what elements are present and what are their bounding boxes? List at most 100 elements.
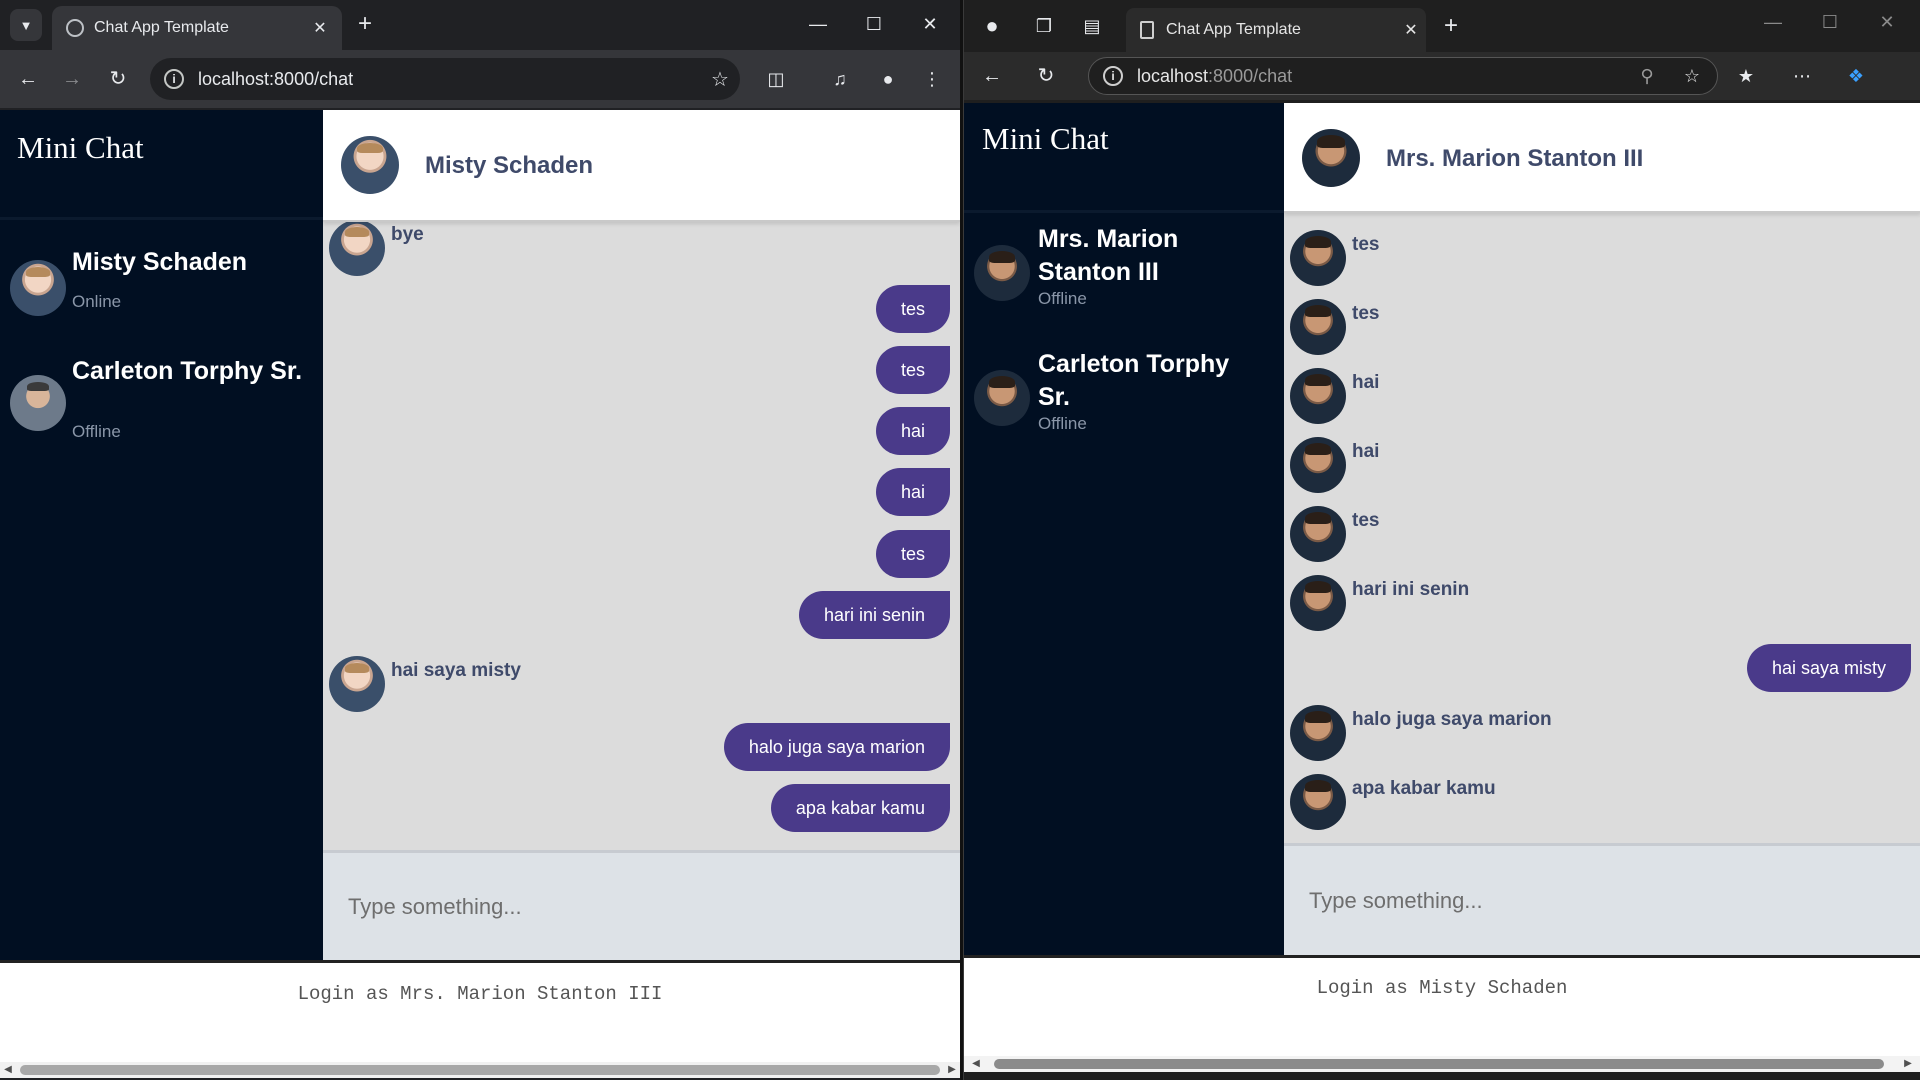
reload-button[interactable]: ↻ <box>102 63 134 95</box>
avatar <box>1290 230 1346 286</box>
message-text: tes <box>1352 234 1380 255</box>
menu-icon[interactable]: ⋮ <box>916 63 948 95</box>
address-bar[interactable]: i localhost:8000/chat ⚲ ☆ <box>1088 57 1718 95</box>
new-tab-button[interactable]: + <box>1436 12 1466 42</box>
contact-item[interactable]: Carleton Torphy Sr. Offline <box>964 348 1284 458</box>
message-text: halo juga saya marion <box>1352 709 1552 730</box>
forward-button[interactable]: → <box>56 63 88 95</box>
url-text: localhost:8000/chat <box>198 68 354 89</box>
contact-status: Offline <box>1038 289 1087 308</box>
profile-icon[interactable]: ● <box>972 10 1012 42</box>
minimize-button[interactable]: — <box>798 8 838 40</box>
contact-status: Online <box>72 292 122 311</box>
extensions-icon[interactable]: ◫ <box>760 63 792 95</box>
scroll-thumb[interactable] <box>20 1065 940 1075</box>
new-tab-button[interactable]: + <box>350 10 380 40</box>
maximize-button[interactable]: ☐ <box>1810 6 1850 38</box>
outgoing-message: halo juga saya marion <box>723 723 950 771</box>
url-path: :8000/chat <box>1208 65 1293 86</box>
contact-status: Offline <box>1038 414 1087 433</box>
reload-button[interactable]: ↻ <box>1030 60 1062 92</box>
minimize-button[interactable]: — <box>1753 6 1793 38</box>
avatar <box>1290 705 1346 761</box>
document-icon <box>1140 21 1154 39</box>
key-icon[interactable]: ⚲ <box>1627 66 1667 87</box>
chat-header: Misty Schaden <box>323 110 960 222</box>
address-bar[interactable]: i localhost:8000/chat ☆ <box>150 58 740 100</box>
chat-app: Mini Chat Mrs. Marion Stanton III Offline… <box>964 103 1920 955</box>
scroll-left-arrow[interactable]: ◀ <box>0 1062 16 1078</box>
tab-title: Chat App Template <box>94 19 229 36</box>
bookmark-star-icon[interactable]: ☆ <box>700 67 740 92</box>
tab-title: Chat App Template <box>1166 21 1301 38</box>
brand-divider <box>964 210 1284 213</box>
close-tab-icon[interactable]: ✕ <box>1396 20 1426 40</box>
avatar <box>329 220 385 276</box>
avatar <box>1290 299 1346 355</box>
chat-panel: Misty Schaden bye tes tes hai hai tes ha… <box>323 110 960 960</box>
url-host: localhost <box>1137 65 1209 86</box>
horizontal-scrollbar[interactable]: ◀ ▶ <box>0 1062 960 1078</box>
close-window-button[interactable]: ✕ <box>1867 6 1907 38</box>
avatar <box>974 245 1030 301</box>
chat-header: Mrs. Marion Stanton III <box>1284 103 1920 213</box>
message-text: tes <box>1352 510 1380 531</box>
contact-name: Carleton Torphy Sr. <box>72 357 303 385</box>
contact-name: Carleton Torphy Sr. <box>1038 350 1230 411</box>
workspaces-icon[interactable]: ❐ <box>1024 10 1064 42</box>
tab-actions-icon[interactable]: ▤ <box>1072 10 1112 42</box>
scroll-thumb[interactable] <box>994 1059 1884 1069</box>
chrome-window: ▼ Chat App Template ✕ + — ☐ ✕ ← → ↻ i lo… <box>0 0 960 1080</box>
avatar <box>1290 437 1346 493</box>
avatar <box>341 136 399 194</box>
message-input[interactable] <box>323 853 960 960</box>
horizontal-scrollbar[interactable]: ◀ ▶ <box>964 1056 1920 1072</box>
outgoing-message: tes <box>875 530 950 578</box>
globe-icon <box>66 19 84 37</box>
profile-icon[interactable]: ● <box>872 63 904 95</box>
login-status: Login as Misty Schaden <box>1316 977 1568 999</box>
close-window-button[interactable]: ✕ <box>910 8 950 40</box>
message-input[interactable] <box>1284 846 1920 955</box>
scroll-right-arrow[interactable]: ▶ <box>1900 1056 1916 1072</box>
scroll-right-arrow[interactable]: ▶ <box>944 1062 960 1078</box>
contact-item[interactable]: Carleton Torphy Sr. Offline <box>0 355 323 455</box>
browser-tab[interactable]: Chat App Template ✕ <box>1126 8 1426 52</box>
browser-toolbar: ← ↻ i localhost:8000/chat ⚲ ☆ ★ ⋯ ❖ <box>964 52 1920 100</box>
chat-panel: Mrs. Marion Stanton III tes tes hai hai … <box>1284 103 1920 955</box>
site-info-icon[interactable]: i <box>1103 66 1123 86</box>
chat-header-name: Mrs. Marion Stanton III <box>1386 145 1644 172</box>
site-info-icon[interactable]: i <box>164 69 184 89</box>
brand-title: Mini Chat <box>17 130 144 165</box>
close-tab-icon[interactable]: ✕ <box>308 18 332 38</box>
copilot-icon[interactable]: ❖ <box>1840 60 1872 92</box>
avatar <box>1290 774 1346 830</box>
tab-strip: ● ❐ ▤ Chat App Template ✕ + — ☐ ✕ <box>964 0 1920 56</box>
brand-title: Mini Chat <box>982 121 1109 156</box>
maximize-button[interactable]: ☐ <box>854 8 894 40</box>
message-text: hari ini senin <box>1352 579 1470 600</box>
tab-search-button[interactable]: ▼ <box>10 9 42 41</box>
favorites-icon[interactable]: ★ <box>1730 60 1762 92</box>
media-controls-icon[interactable]: ♫ <box>824 63 856 95</box>
contact-item[interactable]: Misty Schaden Online <box>0 240 323 340</box>
message-composer <box>1284 843 1920 955</box>
browser-toolbar: ← → ↻ i localhost:8000/chat ☆ ◫ ♫ ● ⋮ <box>0 50 960 108</box>
message-text: hai saya misty <box>391 660 521 681</box>
contact-name: Mrs. Marion Stanton III <box>1038 225 1179 286</box>
scroll-left-arrow[interactable]: ◀ <box>968 1056 984 1072</box>
favorite-star-icon[interactable]: ☆ <box>1667 66 1717 87</box>
back-button[interactable]: ← <box>976 60 1008 92</box>
avatar <box>10 260 66 316</box>
outgoing-message: tes <box>875 346 950 394</box>
more-options-icon[interactable]: ⋯ <box>1786 60 1818 92</box>
browser-tab[interactable]: Chat App Template ✕ <box>52 6 342 50</box>
back-button[interactable]: ← <box>12 63 44 95</box>
avatar <box>1290 575 1346 631</box>
tab-strip: ▼ Chat App Template ✕ + — ☐ ✕ <box>0 0 960 50</box>
contact-item[interactable]: Mrs. Marion Stanton III Offline <box>964 223 1284 333</box>
outgoing-message: hai <box>875 468 950 516</box>
brand-divider <box>0 217 323 220</box>
contact-name: Misty Schaden <box>72 248 248 276</box>
avatar <box>974 370 1030 426</box>
